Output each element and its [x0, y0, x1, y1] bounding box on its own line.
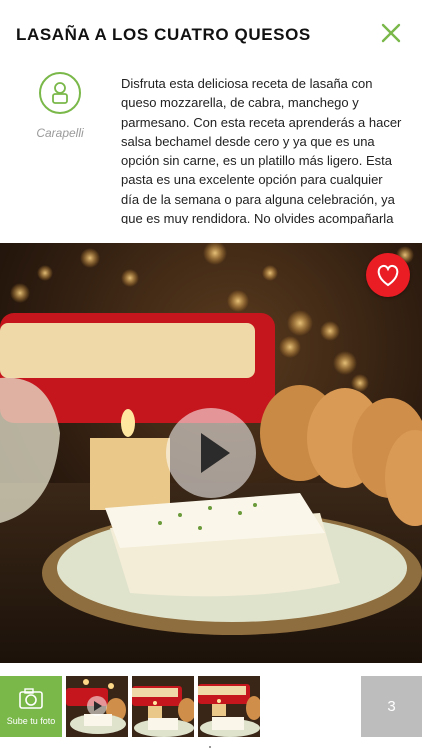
thumbnail-image: [198, 676, 260, 737]
upload-photo-label: Sube tu foto: [6, 716, 56, 726]
gallery-thumbnail-video[interactable]: [66, 676, 128, 737]
play-icon: [201, 433, 230, 473]
close-icon: [381, 23, 401, 43]
upload-photo-button[interactable]: Sube tu foto: [0, 676, 62, 737]
camera-icon: [19, 688, 43, 709]
recipe-description: Disfruta esta deliciosa receta de lasaña…: [121, 76, 402, 224]
thumbnail-image: [66, 676, 128, 737]
thumbnail-image: [132, 676, 194, 737]
header: LASAÑA A LOS CUATRO QUESOS: [0, 0, 422, 66]
more-photos-count[interactable]: 3: [361, 676, 422, 737]
gallery-thumbnail[interactable]: [198, 676, 260, 737]
divider: [209, 746, 211, 748]
avatar: [39, 72, 81, 114]
author-block[interactable]: Carapelli: [20, 72, 100, 140]
close-button[interactable]: [376, 18, 406, 48]
author-name: Carapelli: [36, 126, 84, 140]
recipe-title: LASAÑA A LOS CUATRO QUESOS: [16, 25, 311, 44]
favorite-button[interactable]: [366, 253, 410, 297]
gallery-thumbnail[interactable]: [132, 676, 194, 737]
user-icon: [52, 82, 68, 104]
heart-icon: [377, 264, 399, 287]
play-button[interactable]: [166, 408, 256, 498]
